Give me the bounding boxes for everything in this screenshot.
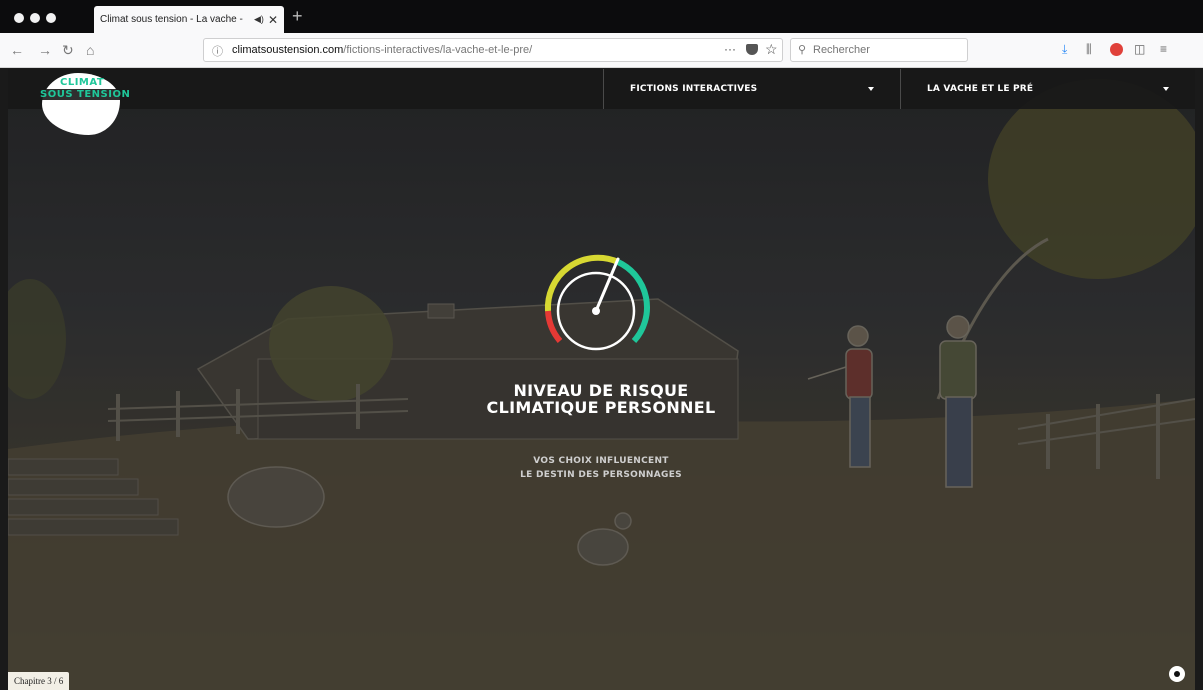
forward-button[interactable]: → [38,41,52,59]
site-header: FICTIONS INTERACTIVES LA VACHE ET LE PRÉ [8,69,1195,109]
window-controls [14,13,56,23]
fictions-interactives-label: FICTIONS INTERACTIVES [630,84,758,94]
tab-bar: Climat sous tension - La vache - ◀) ✕ + [0,0,1203,33]
adblock-icon[interactable] [1110,43,1123,56]
back-button[interactable]: ← [10,41,24,59]
search-input[interactable] [813,44,953,56]
navigation-bar: ← → ↻ ⌂ ⓘ climatsoustension.com/fictions… [0,33,1203,68]
browser-tab[interactable]: Climat sous tension - La vache - ◀) ✕ [94,6,284,33]
record-dot-icon [1174,671,1180,677]
maximize-window-dot[interactable] [46,13,56,23]
close-tab-icon[interactable]: ✕ [268,13,278,27]
bookmark-star-icon[interactable]: ☆ [765,41,778,58]
menu-icon[interactable]: ≡ [1160,42,1167,56]
browser-window: Climat sous tension - La vache - ◀) ✕ + … [0,0,1203,690]
url-domain: climatsoustension.com [232,44,344,56]
risk-title-line1: NIVEAU DE RISQUE [513,381,689,400]
download-icon[interactable]: ⤓ [1062,42,1067,56]
chapter-indicator: Chapitre 3 / 6 [8,672,70,690]
site-info-icon[interactable]: ⓘ [212,43,223,59]
tab-title: Climat sous tension - La vache - [100,14,243,25]
new-tab-button[interactable]: + [292,7,303,25]
story-title-label: LA VACHE ET LE PRÉ [927,84,1034,94]
pocket-icon[interactable] [746,44,758,55]
library-icon[interactable]: ⫼ [1086,42,1092,56]
risk-gauge-icon [544,254,650,351]
url-text[interactable]: climatsoustension.com/fictions-interacti… [232,44,532,56]
home-button[interactable]: ⌂ [86,41,94,59]
web-page: FICTIONS INTERACTIVES LA VACHE ET LE PRÉ… [8,69,1195,690]
sound-toggle-button[interactable] [1169,666,1185,682]
sidebar-icon[interactable]: ◫ [1134,42,1145,56]
url-bar[interactable]: ⓘ climatsoustension.com/fictions-interac… [203,38,783,62]
logo-text-sous-tension: SOUS TENSION [38,89,133,100]
search-bar[interactable]: ⚲ [790,38,968,62]
speaker-icon[interactable]: ◀) [254,14,264,25]
minimize-window-dot[interactable] [30,13,40,23]
chevron-down-icon [1163,87,1169,91]
page-actions-icon[interactable]: ··· [724,42,736,56]
chevron-down-icon [868,87,874,91]
risk-subtitle-line2: LE DESTIN DES PERSONNAGES [520,470,682,480]
risk-subtitle-line1: VOS CHOIX INFLUENCENT [533,456,669,466]
search-icon: ⚲ [798,44,807,56]
risk-title-line2: CLIMATIQUE PERSONNEL [486,398,716,417]
risk-level-title: NIVEAU DE RISQUE CLIMATIQUE PERSONNEL [401,382,801,416]
url-path: /fictions-interactives/la-vache-et-le-pr… [343,44,533,56]
reload-button[interactable]: ↻ [62,41,74,59]
close-window-dot[interactable] [14,13,24,23]
story-menu[interactable]: LA VACHE ET LE PRÉ [901,69,1195,109]
logo-text-climat: CLIMAT [60,77,105,88]
risk-subtitle: VOS CHOIX INFLUENCENT LE DESTIN DES PERS… [451,454,751,482]
farm-illustration [8,69,1195,690]
fictions-interactives-menu[interactable]: FICTIONS INTERACTIVES [604,69,900,109]
